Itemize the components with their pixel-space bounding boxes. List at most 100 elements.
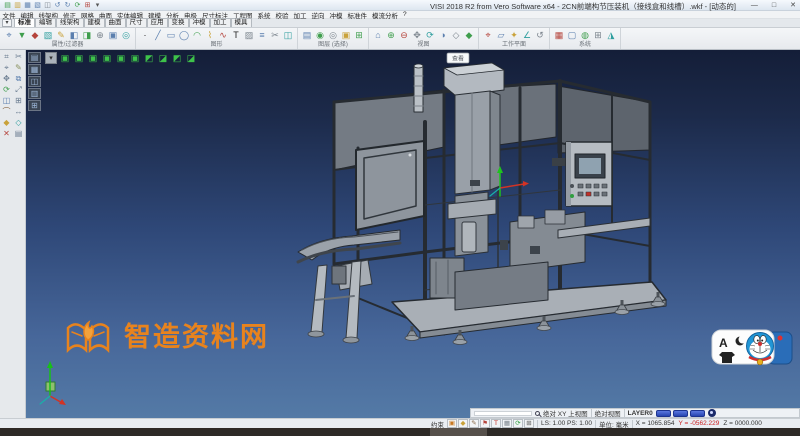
plane-reset-icon[interactable]: ↺	[534, 29, 546, 42]
vt-grid-icon[interactable]: ⊞	[28, 100, 41, 111]
save-all-icon[interactable]: ▧	[33, 1, 42, 10]
menu-item[interactable]: 冲模	[327, 10, 345, 20]
pick-icon[interactable]: ⊕	[94, 29, 106, 42]
wcs-icon[interactable]: ⌖	[482, 29, 494, 42]
select-icon[interactable]: ⌖	[3, 29, 15, 42]
brush-icon[interactable]: ◧	[68, 29, 80, 42]
plane-set-icon[interactable]: ✦	[508, 29, 520, 42]
iso-view-icon[interactable]: ◆	[463, 29, 475, 42]
snap-edit-icon[interactable]: ✎	[469, 419, 479, 428]
toolbar-tab[interactable]: 尺寸	[126, 18, 147, 27]
refresh-icon[interactable]: ⟳	[73, 1, 82, 10]
new-file-icon[interactable]: ▤	[3, 1, 12, 10]
layer-new-icon[interactable]: ⊞	[353, 29, 365, 42]
layer-icon[interactable]: ▧	[42, 29, 54, 42]
lp-measure-icon[interactable]: ⌒	[1, 107, 12, 117]
attr-icon[interactable]: ✎	[55, 29, 67, 42]
nav-button-1[interactable]	[656, 410, 671, 417]
lp-array-icon[interactable]: ⊞	[13, 96, 24, 106]
view-cube-left-icon[interactable]: ▣	[115, 52, 127, 64]
theme-toggle-icon[interactable]	[708, 409, 716, 417]
redo-icon[interactable]: ↻	[63, 1, 72, 10]
trim-icon[interactable]: ✂	[269, 29, 281, 42]
pan-icon[interactable]: ✥	[411, 29, 423, 42]
nav-button-3[interactable]	[690, 410, 705, 417]
close-button[interactable]: ✕	[790, 0, 796, 11]
point-icon[interactable]: ·	[139, 29, 151, 42]
arc-icon[interactable]: ◠	[191, 29, 203, 42]
view-cube-right-icon[interactable]: ▣	[129, 52, 141, 64]
snap-table-icon[interactable]: ▦	[502, 419, 512, 428]
print-icon[interactable]: ◫	[43, 1, 52, 10]
vt-shaded-icon[interactable]: ▤	[28, 52, 41, 63]
view-cube-iso2-icon[interactable]: ◪	[157, 52, 169, 64]
layer-lock-icon[interactable]: ▣	[340, 29, 352, 42]
sys-monitor-icon[interactable]: ▢	[566, 29, 578, 42]
view-cube-front-icon[interactable]: ▣	[87, 52, 99, 64]
lp-select-icon[interactable]: ⌗	[1, 52, 12, 62]
layer-off-icon[interactable]: ◎	[327, 29, 339, 42]
undo-icon[interactable]: ↺	[53, 1, 62, 10]
plane-align-icon[interactable]: ∠	[521, 29, 533, 42]
color-icon[interactable]: ◆	[29, 29, 41, 42]
sys-info-icon[interactable]: ◮	[605, 29, 617, 42]
group-icon[interactable]: ▣	[107, 29, 119, 42]
view-menu-button[interactable]: ▾	[45, 52, 57, 64]
menu-item[interactable]: 逆向	[309, 10, 327, 20]
vt-section-icon[interactable]: ▥	[28, 88, 41, 99]
lp-solid-icon[interactable]: ◆	[1, 118, 12, 128]
tab-dropdown-button[interactable]: ▾	[2, 19, 12, 27]
nav-button-2[interactable]	[673, 410, 688, 417]
snap-point-icon[interactable]: ◆	[458, 419, 468, 428]
open-file-icon[interactable]: ▥	[13, 1, 22, 10]
view-cube-iso3-icon[interactable]: ◩	[171, 52, 183, 64]
text-icon[interactable]: T	[230, 29, 242, 42]
snap-flag-icon[interactable]: ⚑	[480, 419, 490, 428]
vt-hidden-line-icon[interactable]: ▦	[28, 64, 41, 75]
toolbar-tab[interactable]: 模具	[231, 18, 252, 27]
view-cube-top-icon[interactable]: ▣	[59, 52, 71, 64]
vt-wire-icon[interactable]: ◫	[28, 76, 41, 87]
lp-frame-icon[interactable]: ⌖	[1, 63, 12, 73]
snap-text-icon[interactable]: T	[491, 419, 501, 428]
menu-item[interactable]: 加工	[291, 10, 309, 20]
circle-icon[interactable]: ◯	[178, 29, 190, 42]
lp-props-icon[interactable]: ▤	[13, 129, 24, 139]
menu-item[interactable]: 系统	[255, 10, 273, 20]
toolbar-tab[interactable]: 编辑	[35, 18, 56, 27]
sys-palette-icon[interactable]: ▦	[553, 29, 565, 42]
search-icon[interactable]	[535, 411, 540, 416]
snap-grid-icon[interactable]: ▣	[447, 419, 457, 428]
lp-edit-icon[interactable]: ✎	[13, 63, 24, 73]
zoom-in-icon[interactable]: ⊕	[385, 29, 397, 42]
mirror-icon[interactable]: ◫	[282, 29, 294, 42]
lp-delete-icon[interactable]: ✕	[1, 129, 12, 139]
3d-viewport[interactable]: 查看 ▾▣▣▣▣▣▣◩◪◩◪ ▤▦◫▥⊞	[26, 50, 800, 418]
sys-world-icon[interactable]: ◍	[579, 29, 591, 42]
toolbar-tab[interactable]: 加工	[210, 18, 231, 27]
snap-crosshair-icon[interactable]: ⊞	[524, 419, 534, 428]
view-cube-bottom-icon[interactable]: ▣	[73, 52, 85, 64]
maximize-button[interactable]: □	[772, 0, 776, 11]
settings-icon[interactable]: ⊞	[83, 1, 92, 10]
view-cube-iso4-icon[interactable]: ◪	[185, 52, 197, 64]
lp-copy-icon[interactable]: ⧉	[13, 74, 24, 84]
lp-surface-icon[interactable]: ◇	[13, 118, 24, 128]
polyline-icon[interactable]: ⌇	[204, 29, 216, 42]
toolbar-tab[interactable]: 曲面	[105, 18, 126, 27]
menu-item[interactable]: 标准件	[345, 10, 370, 20]
layer-list-icon[interactable]: ▤	[301, 29, 313, 42]
more-icon[interactable]: ▾	[93, 1, 102, 10]
view-cube-iso1-icon[interactable]: ◩	[143, 52, 155, 64]
rotate-view-icon[interactable]: ⟳	[424, 29, 436, 42]
wireframe-icon[interactable]: ◇	[450, 29, 462, 42]
match-icon[interactable]: ◨	[81, 29, 93, 42]
input-method-sticker[interactable]: A	[710, 324, 794, 374]
absolute-view-label[interactable]: 绝对视图	[595, 408, 621, 418]
view-cube-back-icon[interactable]: ▣	[101, 52, 113, 64]
toolbar-tab[interactable]: 冲模	[189, 18, 210, 27]
toolbar-tab[interactable]: 标准	[14, 18, 35, 27]
plane-xy-icon[interactable]: ▱	[495, 29, 507, 42]
offset-icon[interactable]: ≡	[256, 29, 268, 42]
hatch-icon[interactable]: ▨	[243, 29, 255, 42]
